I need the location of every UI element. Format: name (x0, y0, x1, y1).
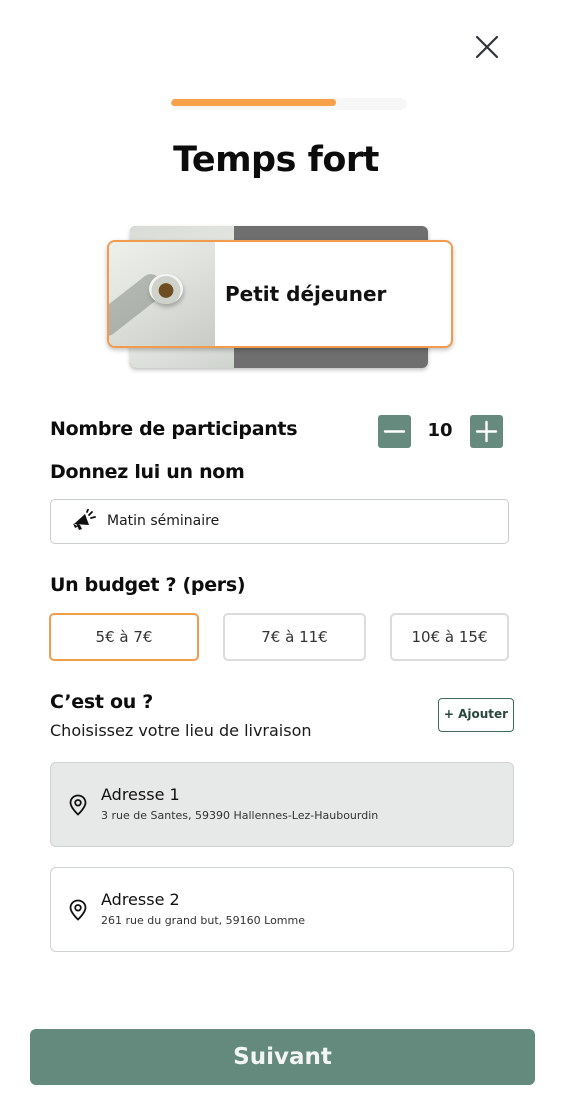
location-pin-icon (69, 899, 87, 921)
address-card-1[interactable]: Adresse 1 3 rue de Santes, 59390 Hallenn… (50, 762, 514, 847)
megaphone-icon (73, 509, 96, 530)
address-card-2[interactable]: Adresse 2 261 rue du grand but, 59160 Lo… (50, 867, 514, 952)
address-detail: 3 rue de Santes, 59390 Hallennes-Lez-Hau… (101, 809, 379, 822)
breakfast-photo (109, 242, 215, 346)
close-icon (475, 35, 499, 59)
event-name-input[interactable]: Matin séminaire (50, 499, 509, 544)
progress-fill (171, 99, 337, 106)
minus-icon (383, 430, 406, 433)
budget-option-7-11[interactable]: 7€ à 11€ (223, 613, 366, 661)
location-subtitle: Choisissez votre lieu de livraison (50, 721, 312, 740)
address-name: Adresse 1 (101, 785, 180, 804)
participants-count: 10 (427, 420, 453, 441)
close-button[interactable] (472, 32, 502, 62)
participants-label: Nombre de participants (50, 418, 298, 440)
budget-option-10-15[interactable]: 10€ à 15€ (390, 613, 509, 661)
next-button[interactable]: Suivant (30, 1029, 535, 1085)
budget-option-5-7[interactable]: 5€ à 7€ (49, 613, 199, 661)
page-title: Temps fort (173, 140, 379, 180)
increase-participants-button[interactable] (470, 415, 503, 448)
event-card[interactable]: Petit déjeuner (107, 240, 453, 348)
event-name-value: Matin séminaire (107, 513, 220, 529)
budget-label: Un budget ? (pers) (50, 574, 246, 596)
plus-icon (475, 420, 498, 443)
address-name: Adresse 2 (101, 890, 180, 909)
event-card-label: Petit déjeuner (225, 282, 387, 306)
location-title: C’est ou ? (50, 691, 153, 713)
progress-bar (171, 98, 407, 110)
decrease-participants-button[interactable] (378, 415, 411, 448)
name-label: Donnez lui un nom (50, 461, 245, 483)
add-address-button[interactable]: + Ajouter (438, 698, 514, 732)
location-pin-icon (69, 794, 87, 816)
address-detail: 261 rue du grand but, 59160 Lomme (101, 914, 306, 927)
